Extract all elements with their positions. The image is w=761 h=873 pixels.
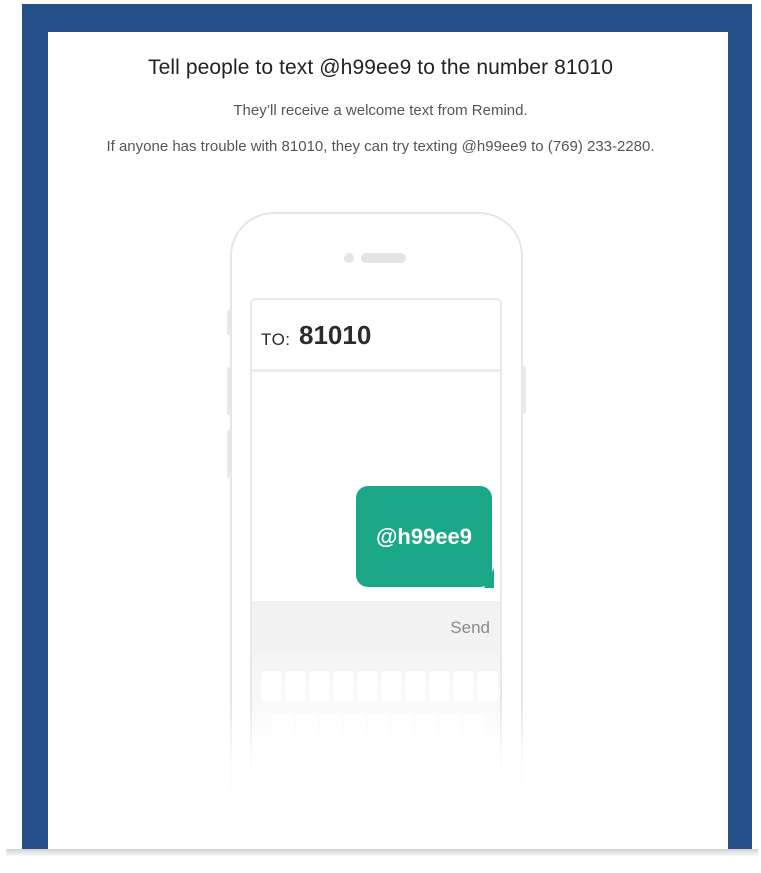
keyboard-key: [381, 671, 402, 702]
recipient-number: 81010: [299, 320, 372, 350]
message-bubble: @h99ee9: [356, 486, 492, 587]
keyboard-key: [261, 671, 282, 702]
phone-volume-down: [227, 430, 231, 478]
keyboard-key: [429, 671, 450, 702]
keyboard-key: [357, 671, 378, 702]
phone-power-button: [522, 366, 526, 414]
frame-shadow: [6, 849, 758, 857]
keyboard-key: [333, 671, 354, 702]
phone-speaker: [361, 253, 406, 263]
message-text: @h99ee9: [375, 523, 473, 549]
keyboard-row: [261, 671, 498, 702]
send-label: Send: [450, 618, 490, 637]
page-title: Tell people to text @h99ee9 to the numbe…: [147, 56, 613, 79]
keyboard-key: [477, 671, 498, 702]
to-label: TO:: [261, 330, 291, 349]
message-bubble-tail: [484, 568, 494, 588]
keyboard-key: [405, 671, 426, 702]
keyboard-key: [285, 671, 306, 702]
compose-bar: Send: [252, 601, 500, 651]
phone-mute-switch: [227, 310, 231, 335]
welcome-text-note: They’ll receive a welcome text from Remi…: [233, 102, 528, 119]
recipient-row: TO: 81010: [252, 300, 500, 372]
fallback-number-note: If anyone has trouble with 81010, they c…: [106, 138, 655, 155]
keyboard-key: [309, 671, 330, 702]
phone-volume-up: [227, 367, 231, 415]
keyboard-key: [453, 671, 474, 702]
phone-screen: TO: 81010 @h99ee9 Send: [250, 298, 502, 768]
phone-fade-overlay: [230, 700, 523, 810]
phone-camera: [344, 253, 354, 263]
